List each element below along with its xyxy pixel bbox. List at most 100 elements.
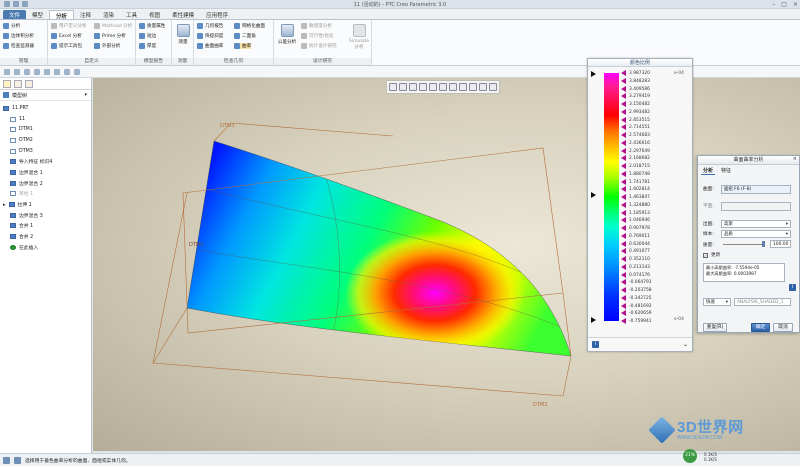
mathcad-analysis-button[interactable]: Mathcad 分析: [94, 23, 132, 29]
scale-marker-icon[interactable]: [621, 178, 626, 185]
scale-marker-icon[interactable]: [621, 240, 626, 247]
save-icon[interactable]: [24, 68, 30, 75]
close-window-icon[interactable]: [74, 68, 80, 75]
new-icon[interactable]: [4, 68, 10, 75]
tree-item-dtm3[interactable]: DTM3: [0, 146, 91, 157]
mass-properties-button[interactable]: 质量属性: [139, 23, 165, 29]
expand-arrow-icon[interactable]: ▸: [3, 202, 6, 208]
scale-marker-icon[interactable]: [621, 248, 626, 255]
tree-item-csys[interactable]: 11: [0, 114, 91, 125]
perspective-icon[interactable]: [459, 83, 467, 91]
saved-views-icon[interactable]: [439, 83, 447, 91]
quality-input[interactable]: 100.00: [770, 240, 791, 248]
scale-marker-icon[interactable]: [621, 170, 626, 177]
model-tree-tab-icon[interactable]: [3, 79, 11, 88]
scale-marker-icon[interactable]: [621, 124, 626, 131]
tree-settings-icon[interactable]: ▾: [84, 92, 87, 98]
scale-marker-icon[interactable]: [621, 263, 626, 270]
update-checkbox-row[interactable]: ✓ 更新: [703, 252, 720, 258]
datum-display-icon[interactable]: [469, 83, 477, 91]
scale-marker-icon[interactable]: [621, 310, 626, 317]
tab-view[interactable]: 视图: [143, 10, 166, 19]
scale-marker-icon[interactable]: [621, 101, 626, 107]
info-icon[interactable]: i: [592, 341, 599, 348]
tab-render[interactable]: 渲染: [97, 10, 120, 19]
prime-analysis-button[interactable]: Prime 分析: [94, 33, 126, 39]
scale-marker-icon[interactable]: [621, 77, 626, 84]
scale-marker-icon[interactable]: [621, 256, 626, 262]
plane-collector[interactable]: [721, 202, 791, 211]
external-analysis-button[interactable]: 外部分析: [94, 43, 120, 49]
graphics-viewport[interactable]: DTM3 DTM1 DTM2: [93, 78, 800, 451]
tree-item-extrude-1[interactable]: ▸ 拉伸 1: [0, 199, 91, 210]
open-icon[interactable]: [14, 68, 20, 75]
mode-select[interactable]: 快速 ▾: [703, 298, 731, 306]
ok-button[interactable]: 确定: [751, 323, 770, 332]
scale-marker-icon[interactable]: [621, 225, 626, 231]
tab-annotate[interactable]: 注释: [74, 10, 97, 19]
undo-icon[interactable]: [34, 68, 40, 75]
update-checkbox[interactable]: ✓: [703, 252, 708, 258]
scale-marker-icon[interactable]: [621, 147, 626, 154]
tab-feature-dialog[interactable]: 特征: [719, 167, 733, 175]
simulate-button[interactable]: Simulate 分析: [348, 24, 370, 50]
scale-mid-arrow-icon[interactable]: [591, 192, 596, 198]
close-icon[interactable]: ×: [793, 1, 798, 8]
check-monitor-button[interactable]: 检查监测器: [3, 43, 34, 49]
feasibility-button[interactable]: 可行性/优化: [301, 33, 334, 39]
favorites-icon[interactable]: [25, 79, 33, 88]
scale-marker-icon[interactable]: [621, 85, 626, 92]
tree-item-sketch-1[interactable]: 草绘 1: [0, 189, 91, 200]
short-edge-button[interactable]: 短边: [139, 33, 156, 39]
geometry-report-button[interactable]: 几何报告: [197, 23, 223, 29]
display-style-icon[interactable]: [429, 83, 437, 91]
repeat-button[interactable]: 重复(R): [703, 323, 727, 332]
zoom-out-icon[interactable]: [409, 83, 417, 91]
spin-center-icon[interactable]: [489, 83, 497, 91]
scale-marker-icon[interactable]: [621, 209, 626, 216]
scale-marker-icon[interactable]: [621, 232, 626, 239]
surface-curvature-button[interactable]: 曲面曲率: [197, 43, 223, 49]
zoom-in-icon[interactable]: [399, 83, 407, 91]
tree-item-dtm2[interactable]: DTM2: [0, 135, 91, 146]
repaint-icon[interactable]: [419, 83, 427, 91]
tab-tools[interactable]: 工具: [120, 10, 143, 19]
minimize-icon[interactable]: –: [772, 1, 775, 8]
scale-marker-icon[interactable]: [621, 132, 626, 138]
dihedral-button[interactable]: 二面角: [234, 33, 256, 39]
message-log-icon[interactable]: [14, 456, 21, 464]
tree-item-insert-here[interactable]: 在此插入: [0, 242, 91, 253]
tab-analysis-dialog[interactable]: 分析: [701, 167, 716, 175]
collapse-icon[interactable]: ⌄: [683, 341, 688, 348]
tree-item-boundary-3[interactable]: 边界混合 3: [0, 210, 91, 221]
mesh-surface-button[interactable]: 网格化曲面: [234, 23, 265, 29]
tab-applications[interactable]: 应用程序: [200, 10, 234, 19]
tree-item-dtm1[interactable]: DTM1: [0, 124, 91, 135]
scale-marker-icon[interactable]: [621, 279, 626, 286]
scale-marker-icon[interactable]: [621, 116, 626, 123]
scale-marker-icon[interactable]: [621, 139, 626, 146]
statistical-study-button[interactable]: 统计设计研究: [301, 43, 337, 49]
sensitivity-button[interactable]: 敏感度分析: [301, 23, 332, 29]
tree-item-boundary-2[interactable]: 边界混合 2: [0, 178, 91, 189]
scale-marker-icon[interactable]: [621, 155, 626, 162]
scale-max-arrow-icon[interactable]: [591, 71, 596, 77]
quality-slider-track[interactable]: [723, 244, 765, 245]
scale-marker-icon[interactable]: [621, 163, 626, 169]
scale-marker-icon[interactable]: [621, 70, 626, 76]
view-manager-icon[interactable]: [449, 83, 457, 91]
tree-item-part[interactable]: 11.PRT: [0, 103, 91, 114]
scale-marker-icon[interactable]: [621, 294, 626, 301]
excel-analysis-button[interactable]: Excel 分析: [51, 33, 82, 39]
scale-marker-icon[interactable]: [621, 108, 626, 115]
analysis-name-field[interactable]: ANALYSIS_SHADED_1: [734, 298, 791, 306]
measure-button[interactable]: 测量: [174, 24, 192, 45]
refit-icon[interactable]: [389, 83, 397, 91]
cancel-button[interactable]: 取消: [773, 323, 793, 332]
scale-marker-icon[interactable]: [621, 302, 626, 309]
folder-browser-icon[interactable]: [14, 79, 22, 88]
tree-item-merge-2[interactable]: 合并 2: [0, 231, 91, 242]
curvature-button[interactable]: 曲率: [234, 43, 252, 49]
scale-marker-icon[interactable]: [621, 194, 626, 200]
sample-select[interactable]: 品质 ▾: [721, 230, 791, 238]
